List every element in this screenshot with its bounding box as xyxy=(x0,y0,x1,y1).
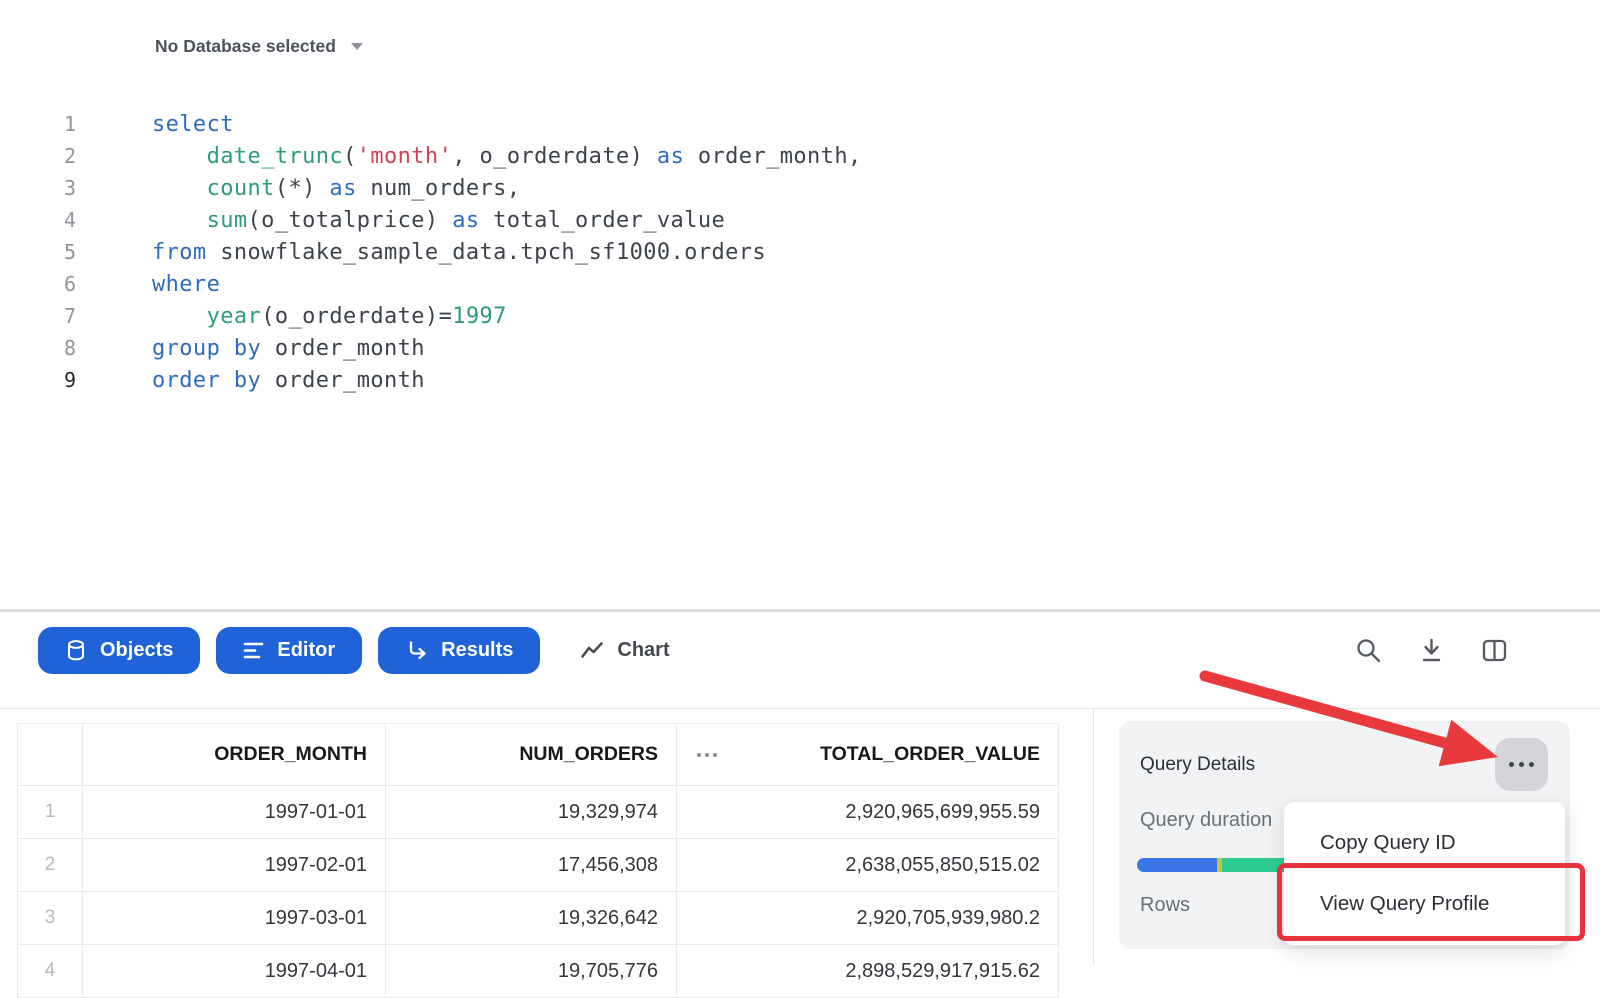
line-number: 8 xyxy=(0,336,76,360)
code-line[interactable]: 4 sum(o_totalprice) as total_order_value xyxy=(0,204,1100,236)
table-row: 2 1997-02-01 17,456,308 2,638,055,850,51… xyxy=(18,839,1059,892)
results-button-label: Results xyxy=(441,639,513,662)
results-panel-border xyxy=(0,708,1600,709)
cell-total-order-value[interactable]: 2,920,705,939,980.2 xyxy=(677,892,1059,944)
results-table: ORDER_MONTH NUM_ORDERS TOTAL_ORDER_VALUE… xyxy=(17,723,1059,998)
return-arrow-icon xyxy=(405,639,428,662)
code-text: group by order_month xyxy=(152,336,425,361)
row-number-cell: 1 xyxy=(18,786,83,838)
cell-num-orders[interactable]: 17,456,308 xyxy=(386,839,677,891)
code-text: from snowflake_sample_data.tpch_sf1000.o… xyxy=(152,240,766,265)
objects-button[interactable]: Objects xyxy=(38,627,200,674)
editor-button-label: Editor xyxy=(277,639,335,662)
objects-button-label: Objects xyxy=(100,639,173,662)
editor-lines-icon xyxy=(243,640,264,661)
line-number: 6 xyxy=(0,272,76,296)
query-duration-label: Query duration xyxy=(1140,809,1272,832)
cell-order-month[interactable]: 1997-01-01 xyxy=(83,786,386,838)
chevron-down-icon xyxy=(351,43,363,50)
code-text: sum(o_totalprice) as total_order_value xyxy=(152,208,725,233)
chart-line-icon xyxy=(580,640,604,661)
code-line[interactable]: 6 where xyxy=(0,268,1100,300)
ellipsis-icon xyxy=(1509,762,1514,767)
worksheet: No Database selected 1 select 2 date_tru… xyxy=(0,0,1600,966)
split-view-button[interactable] xyxy=(1481,637,1508,664)
chart-tab[interactable]: Chart xyxy=(580,639,669,662)
cell-total-order-value[interactable]: 2,898,529,917,915.62 xyxy=(677,945,1059,997)
row-number-cell: 4 xyxy=(18,945,83,997)
code-text: count(*) as num_orders, xyxy=(152,176,520,201)
code-line[interactable]: 7 year(o_orderdate)=1997 xyxy=(0,300,1100,332)
code-line[interactable]: 2 date_trunc('month', o_orderdate) as or… xyxy=(0,140,1100,172)
row-number-header xyxy=(18,724,83,785)
duration-segment-blue xyxy=(1137,858,1217,872)
panel-divider[interactable] xyxy=(1093,709,1094,966)
chart-tab-label: Chart xyxy=(617,639,669,662)
database-selector[interactable]: No Database selected xyxy=(155,36,363,57)
download-button[interactable] xyxy=(1418,637,1445,664)
cell-total-order-value[interactable]: 2,638,055,850,515.02 xyxy=(677,839,1059,891)
code-line[interactable]: 5 from snowflake_sample_data.tpch_sf1000… xyxy=(0,236,1100,268)
code-editor[interactable]: 1 select 2 date_trunc('month', o_orderda… xyxy=(0,108,1100,396)
table-row: 3 1997-03-01 19,326,642 2,920,705,939,98… xyxy=(18,892,1059,945)
editor-button[interactable]: Editor xyxy=(216,627,362,674)
column-menu-dots-icon[interactable] xyxy=(697,753,717,757)
column-header-num-orders[interactable]: NUM_ORDERS xyxy=(386,724,677,785)
code-line[interactable]: 8 group by order_month xyxy=(0,332,1100,364)
code-text: select xyxy=(152,112,234,137)
database-selector-label: No Database selected xyxy=(155,36,336,57)
table-row: 4 1997-04-01 19,705,776 2,898,529,917,91… xyxy=(18,945,1059,998)
code-line[interactable]: 3 count(*) as num_orders, xyxy=(0,172,1100,204)
cell-num-orders[interactable]: 19,705,776 xyxy=(386,945,677,997)
code-text: where xyxy=(152,272,220,297)
line-number: 7 xyxy=(0,304,76,328)
search-button[interactable] xyxy=(1355,637,1382,664)
rows-label: Rows xyxy=(1140,894,1190,917)
cell-order-month[interactable]: 1997-03-01 xyxy=(83,892,386,944)
line-number: 9 xyxy=(0,368,76,392)
row-number-cell: 2 xyxy=(18,839,83,891)
code-line[interactable]: 9 order by order_month xyxy=(0,364,1100,396)
column-header-total-order-value[interactable]: TOTAL_ORDER_VALUE xyxy=(677,724,1059,785)
line-number: 5 xyxy=(0,240,76,264)
cell-order-month[interactable]: 1997-02-01 xyxy=(83,839,386,891)
more-options-button[interactable] xyxy=(1495,738,1548,791)
row-number-cell: 3 xyxy=(18,892,83,944)
code-text: date_trunc('month', o_orderdate) as orde… xyxy=(152,144,862,169)
query-details-title: Query Details xyxy=(1140,754,1255,776)
table-row: 1 1997-01-01 19,329,974 2,920,965,699,95… xyxy=(18,786,1059,839)
line-number: 4 xyxy=(0,208,76,232)
line-number: 2 xyxy=(0,144,76,168)
line-number: 1 xyxy=(0,112,76,136)
database-icon xyxy=(65,639,87,662)
column-header-order-month[interactable]: ORDER_MONTH xyxy=(83,724,386,785)
cell-total-order-value[interactable]: 2,920,965,699,955.59 xyxy=(677,786,1059,838)
code-line[interactable]: 1 select xyxy=(0,108,1100,140)
line-number: 3 xyxy=(0,176,76,200)
results-button[interactable]: Results xyxy=(378,627,540,674)
code-text: order by order_month xyxy=(152,368,425,393)
cell-num-orders[interactable]: 19,326,642 xyxy=(386,892,677,944)
cell-num-orders[interactable]: 19,329,974 xyxy=(386,786,677,838)
table-header-row: ORDER_MONTH NUM_ORDERS TOTAL_ORDER_VALUE xyxy=(18,724,1059,786)
annotation-highlight-box xyxy=(1277,863,1585,941)
cell-order-month[interactable]: 1997-04-01 xyxy=(83,945,386,997)
code-text: year(o_orderdate)=1997 xyxy=(152,304,507,329)
